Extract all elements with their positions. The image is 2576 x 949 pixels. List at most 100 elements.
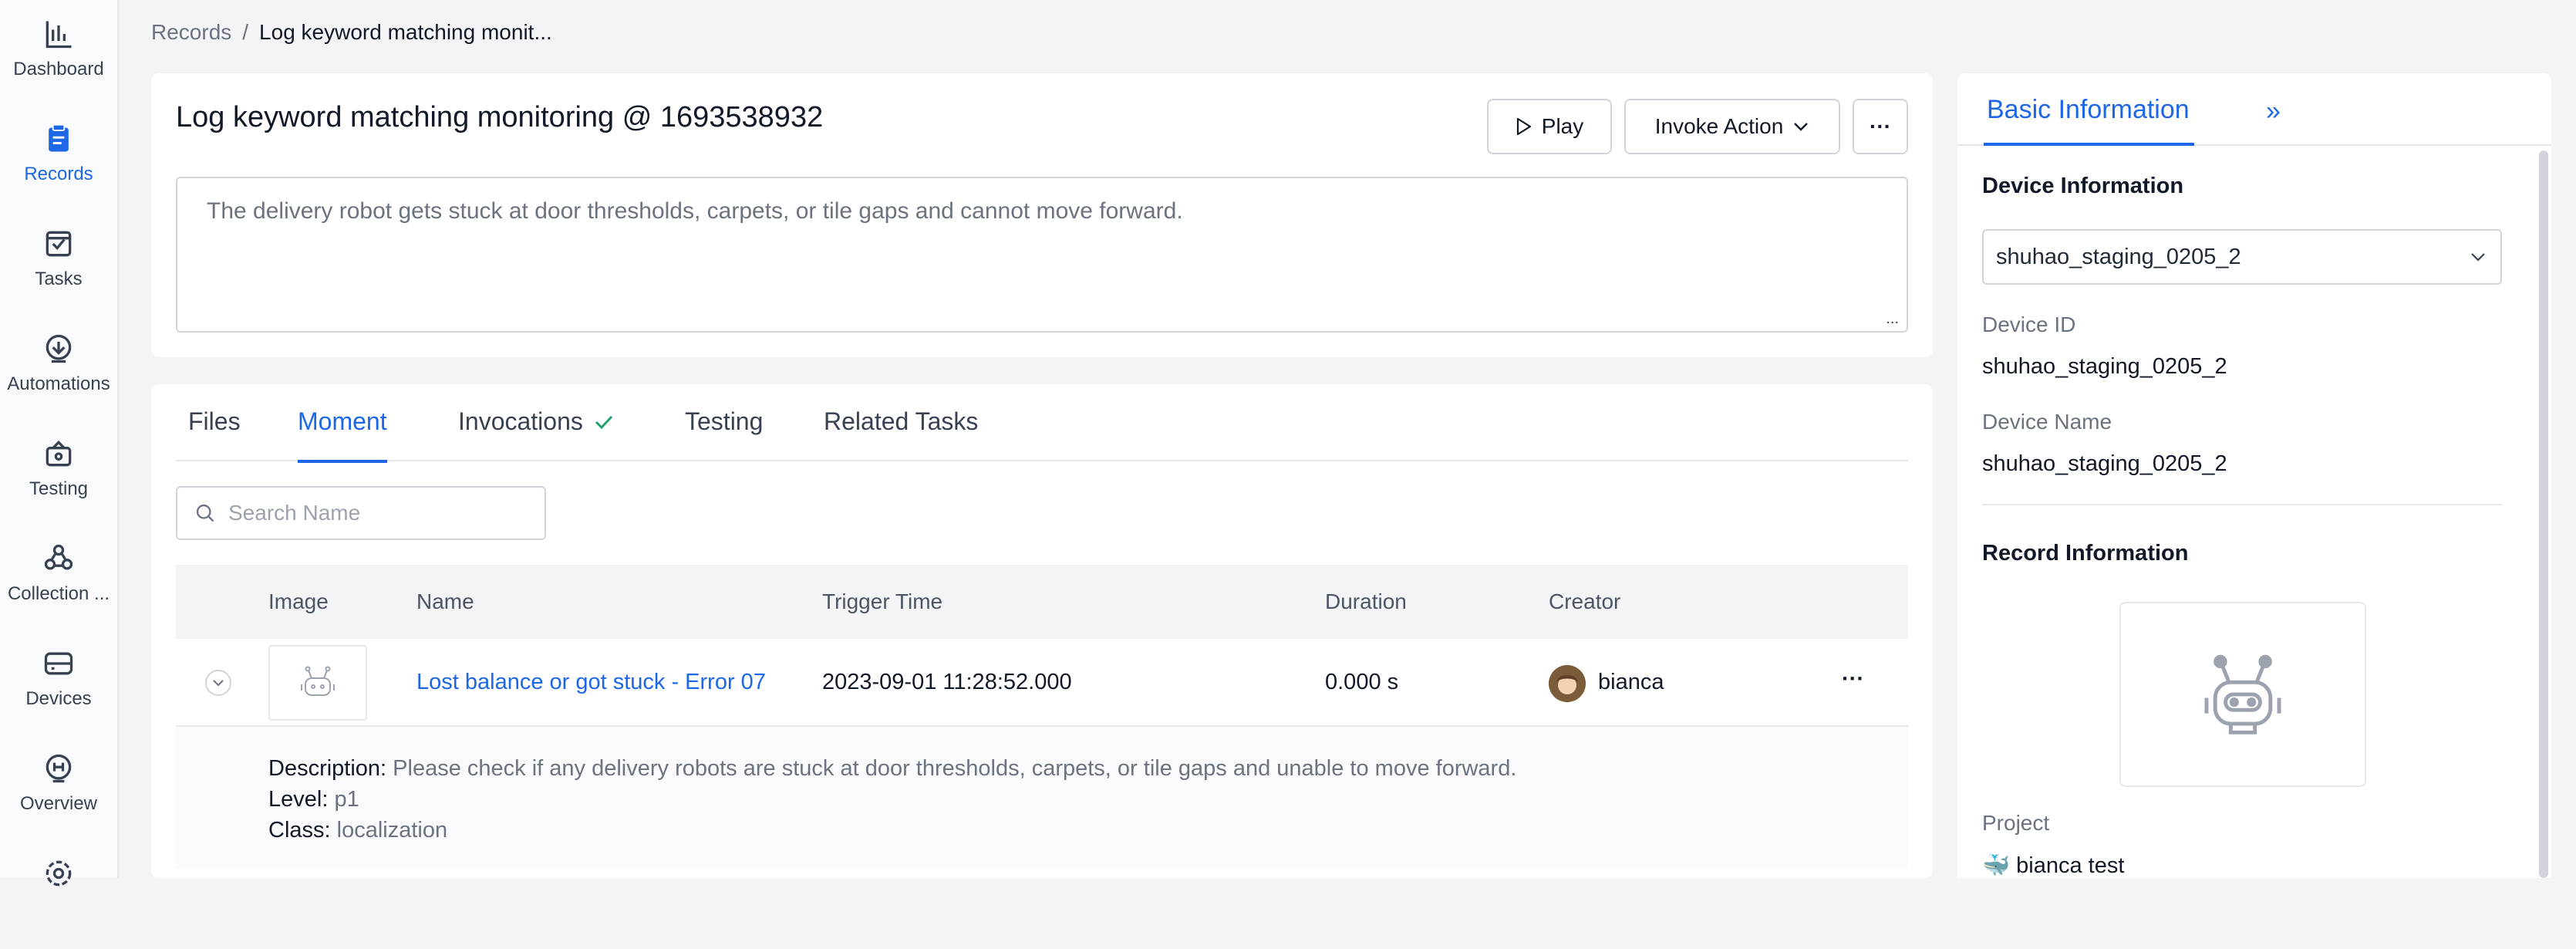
detail-value: p1 [328, 787, 359, 812]
device-select-value: shuhao_staging_0205_2 [1996, 244, 2241, 269]
device-id-link[interactable]: shuhao_staging_0205_2 [1982, 354, 2227, 380]
document-icon [49, 123, 69, 152]
search-icon [196, 504, 214, 522]
sidebar-item-label: Automations [7, 373, 110, 394]
chevron-down-icon [1794, 123, 1809, 131]
play-button[interactable]: Play [1487, 99, 1612, 154]
sidebar-item-dashboard[interactable]: Dashboard [0, 17, 117, 110]
sidebar-item-automations[interactable]: Automations [0, 332, 117, 424]
table-header: Image Name Trigger Time Duration Creator [176, 565, 1908, 639]
sidebar-item-label: Collection ... [7, 583, 110, 604]
invoke-action-button[interactable]: Invoke Action [1624, 99, 1840, 154]
sidebar-item-settings[interactable] [0, 856, 117, 949]
robot-icon [301, 666, 335, 696]
search-input[interactable] [227, 500, 535, 526]
divider [1982, 504, 2502, 505]
sidebar-item-label: Tasks [35, 268, 83, 289]
collection-icon [44, 544, 73, 570]
project-label: Project [1982, 811, 2050, 835]
task-check-icon [46, 231, 72, 257]
more-icon: ··· [1870, 114, 1891, 138]
device-name-value: shuhao_staging_0205_2 [1982, 451, 2227, 476]
detail-label: Description: [268, 756, 387, 781]
tab-files[interactable]: Files [188, 407, 241, 461]
play-icon [1516, 117, 1531, 136]
tab-related-tasks[interactable]: Related Tasks [824, 407, 978, 461]
project-link[interactable]: 🐳 bianca test [1982, 853, 2124, 879]
column-header-creator: Creator [1549, 589, 1621, 613]
breadcrumb: Records / Log keyword matching monit... [151, 20, 552, 45]
project-name: bianca test [2016, 853, 2125, 878]
tab-moment[interactable]: Moment [298, 407, 387, 463]
device-name-label: Device Name [1982, 410, 2112, 434]
tab-label: Testing [685, 407, 764, 435]
expand-row-button[interactable] [205, 670, 231, 696]
device-icon [44, 652, 73, 675]
column-header-name: Name [416, 589, 474, 613]
robot-icon [2204, 654, 2281, 735]
column-header-duration: Duration [1325, 589, 1407, 613]
tab-bar: Files Moment Invocations Testing Related… [176, 407, 1908, 463]
sidebar-item-devices[interactable]: Devices [0, 647, 117, 739]
tab-testing[interactable]: Testing [685, 407, 763, 461]
sidebar-item-overview[interactable]: Overview [0, 751, 117, 844]
detail-level: Level: p1 [268, 784, 1908, 815]
description-text: The delivery robot gets stuck at door th… [207, 198, 1183, 224]
detail-class: Class: localization [268, 815, 1908, 846]
play-label: Play [1541, 114, 1584, 138]
row-details: Description: Please check if any deliver… [176, 727, 1908, 869]
testing-icon [46, 440, 72, 467]
avatar [1549, 665, 1586, 702]
moments-card: Files Moment Invocations Testing Related… [151, 384, 1933, 878]
table-row[interactable]: Lost balance or got stuck - Error 07 202… [176, 639, 1908, 727]
chart-bars-icon [46, 21, 72, 49]
sidebar-item-label: Overview [19, 793, 98, 814]
device-section-title: Device Information [1982, 174, 2184, 198]
tab-label: Moment [298, 407, 387, 435]
sidebar-item-testing[interactable]: Testing [0, 437, 117, 529]
row-more-button[interactable]: ··· [1842, 667, 1864, 692]
tab-invocations[interactable]: Invocations [458, 407, 614, 461]
sidebar-item-label: Records [24, 164, 93, 184]
chevron-down-icon [213, 680, 224, 687]
column-header-image: Image [268, 589, 329, 613]
sidebar-item-records[interactable]: Records [0, 122, 117, 214]
resize-handle-icon[interactable]: ... [1886, 310, 1899, 328]
sidebar: Dashboard Records Tasks Automations Test… [0, 0, 119, 887]
detail-label: Level: [268, 787, 329, 812]
panel-scrollbar[interactable] [2539, 150, 2548, 878]
tab-label: Invocations [458, 407, 583, 435]
more-actions-button[interactable]: ··· [1853, 99, 1908, 154]
page-title: Log keyword matching monitoring @ 169353… [176, 101, 824, 133]
record-section-title: Record Information [1982, 541, 2189, 566]
creator-cell: bianca [1598, 670, 1664, 694]
sidebar-item-label: Devices [25, 688, 92, 709]
info-panel: Basic Information » Device Information s… [1957, 73, 2551, 878]
breadcrumb-separator: / [242, 20, 249, 44]
moment-thumbnail [268, 645, 367, 721]
collapse-panel-icon[interactable]: » [2266, 96, 2281, 127]
record-image [2119, 602, 2366, 787]
column-header-trigger-time: Trigger Time [822, 589, 943, 613]
device-id-label: Device ID [1982, 312, 2076, 336]
sidebar-item-collection[interactable]: Collection ... [0, 542, 117, 634]
description-textarea[interactable]: The delivery robot gets stuck at door th… [176, 177, 1908, 333]
tab-basic-information[interactable]: Basic Information [1984, 95, 2194, 146]
sidebar-item-label: Dashboard [13, 59, 104, 79]
breadcrumb-current: Log keyword matching monit... [259, 20, 552, 44]
sidebar-item-tasks[interactable]: Tasks [0, 227, 117, 319]
moment-name-link[interactable]: Lost balance or got stuck - Error 07 [416, 670, 766, 695]
detail-description: Description: Please check if any deliver… [268, 753, 1908, 784]
overview-icon [46, 754, 72, 783]
sidebar-item-label: Testing [29, 478, 89, 499]
detail-value: Please check if any delivery robots are … [386, 756, 1517, 781]
automation-icon [46, 334, 72, 363]
trigger-time-cell: 2023-09-01 11:28:52.000 [822, 670, 1072, 694]
invoke-action-label: Invoke Action [1654, 114, 1784, 138]
device-select[interactable]: shuhao_staging_0205_2 [1982, 229, 2502, 285]
whale-icon: 🐳 [1982, 853, 2011, 878]
detail-value: localization [330, 818, 448, 843]
search-box [176, 486, 546, 540]
detail-label: Class: [268, 818, 331, 843]
breadcrumb-records[interactable]: Records [151, 20, 231, 45]
